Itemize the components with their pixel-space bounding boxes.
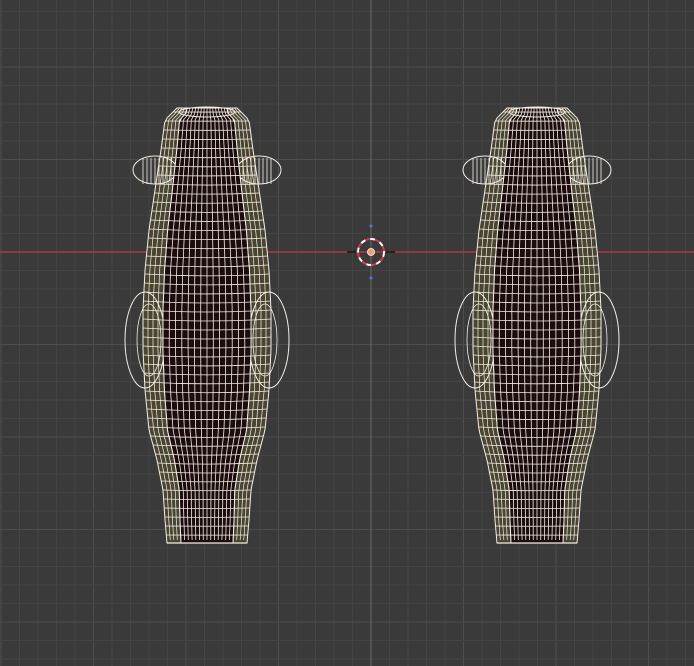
viewport-canvas[interactable] — [0, 0, 694, 666]
mesh-object-left[interactable] — [124, 106, 290, 544]
3d-viewport[interactable] — [0, 0, 694, 666]
cursor-axis-dot — [369, 224, 373, 228]
mesh-object-right[interactable] — [454, 106, 620, 544]
cursor-axis-dot — [369, 276, 373, 280]
origin-dot-icon — [367, 248, 375, 256]
